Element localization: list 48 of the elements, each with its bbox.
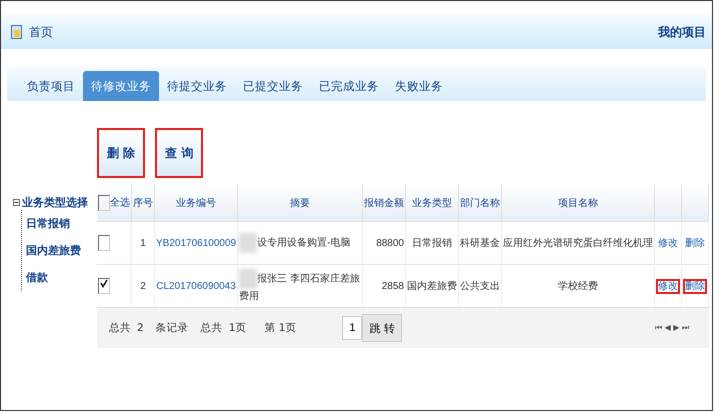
column-header: 部门名称 [458,185,502,222]
pager-text: 第 1页 [264,321,296,335]
tab[interactable]: 待提交业务 [159,71,235,101]
pager-text: 总共 [200,321,223,335]
pager-nav[interactable]: ⏮ ◀ ▶ ⏭ [655,323,689,333]
pager-text: 总共 [109,321,131,335]
record-link[interactable]: YB201706100009 [154,222,238,264]
query-button[interactable]: 查 询 [155,128,204,178]
pager-text: 1页 [228,321,246,335]
blurred-text [239,269,258,289]
tree-node[interactable]: 业务类型选择 [22,195,88,210]
edit-link[interactable]: 修改 [656,279,680,294]
tree-item[interactable]: 借款 [22,264,97,291]
tab[interactable]: 已提交业务 [235,71,311,101]
edit-link[interactable]: 修改 [656,236,680,251]
delete-link[interactable]: 删除 [683,279,707,294]
go-button[interactable]: 跳 转 [362,314,402,342]
column-header: 摘要 [238,185,362,222]
tree-item[interactable]: 日常报销 [22,210,97,237]
column-header: 项目名称 [502,185,654,222]
table-cell: 设专用设备购置-电脑 [238,222,362,264]
pager-text: 条记录 [156,321,189,335]
column-header: 序号 [132,185,154,222]
table-cell: 1 [132,222,154,264]
checkbox[interactable] [98,278,110,294]
table-cell: 日常报销 [406,222,458,264]
table-cell: 科研基金 [458,222,502,264]
tab[interactable]: 负责项目 [19,71,83,101]
collapse-icon[interactable] [13,199,20,206]
my-projects-link[interactable]: 我的项目 [658,24,706,40]
page-input[interactable]: 1 [342,316,362,340]
pager-text: 2 [137,322,144,334]
tab[interactable]: 已完成业务 [311,71,387,101]
window-icon [11,25,23,39]
column-header: 业务类型 [406,185,458,222]
column-header: 报销金额 [362,185,406,222]
page-title: 首页 [29,24,53,40]
delete-button[interactable]: 删 除 [97,128,146,178]
tree-item[interactable]: 国内差旅费 [22,237,97,264]
column-header: 全选 [110,198,130,209]
column-header: 业务编号 [154,185,238,222]
table-cell: 应用红外光谱研究蛋白纤维化机理 [502,222,654,264]
delete-link[interactable]: 删除 [683,236,707,251]
blurred-text [239,233,258,253]
checkbox[interactable] [98,195,110,211]
checkbox[interactable] [98,235,110,251]
tab[interactable]: 失败业务 [387,71,451,101]
table-cell: 88800 [362,222,406,264]
